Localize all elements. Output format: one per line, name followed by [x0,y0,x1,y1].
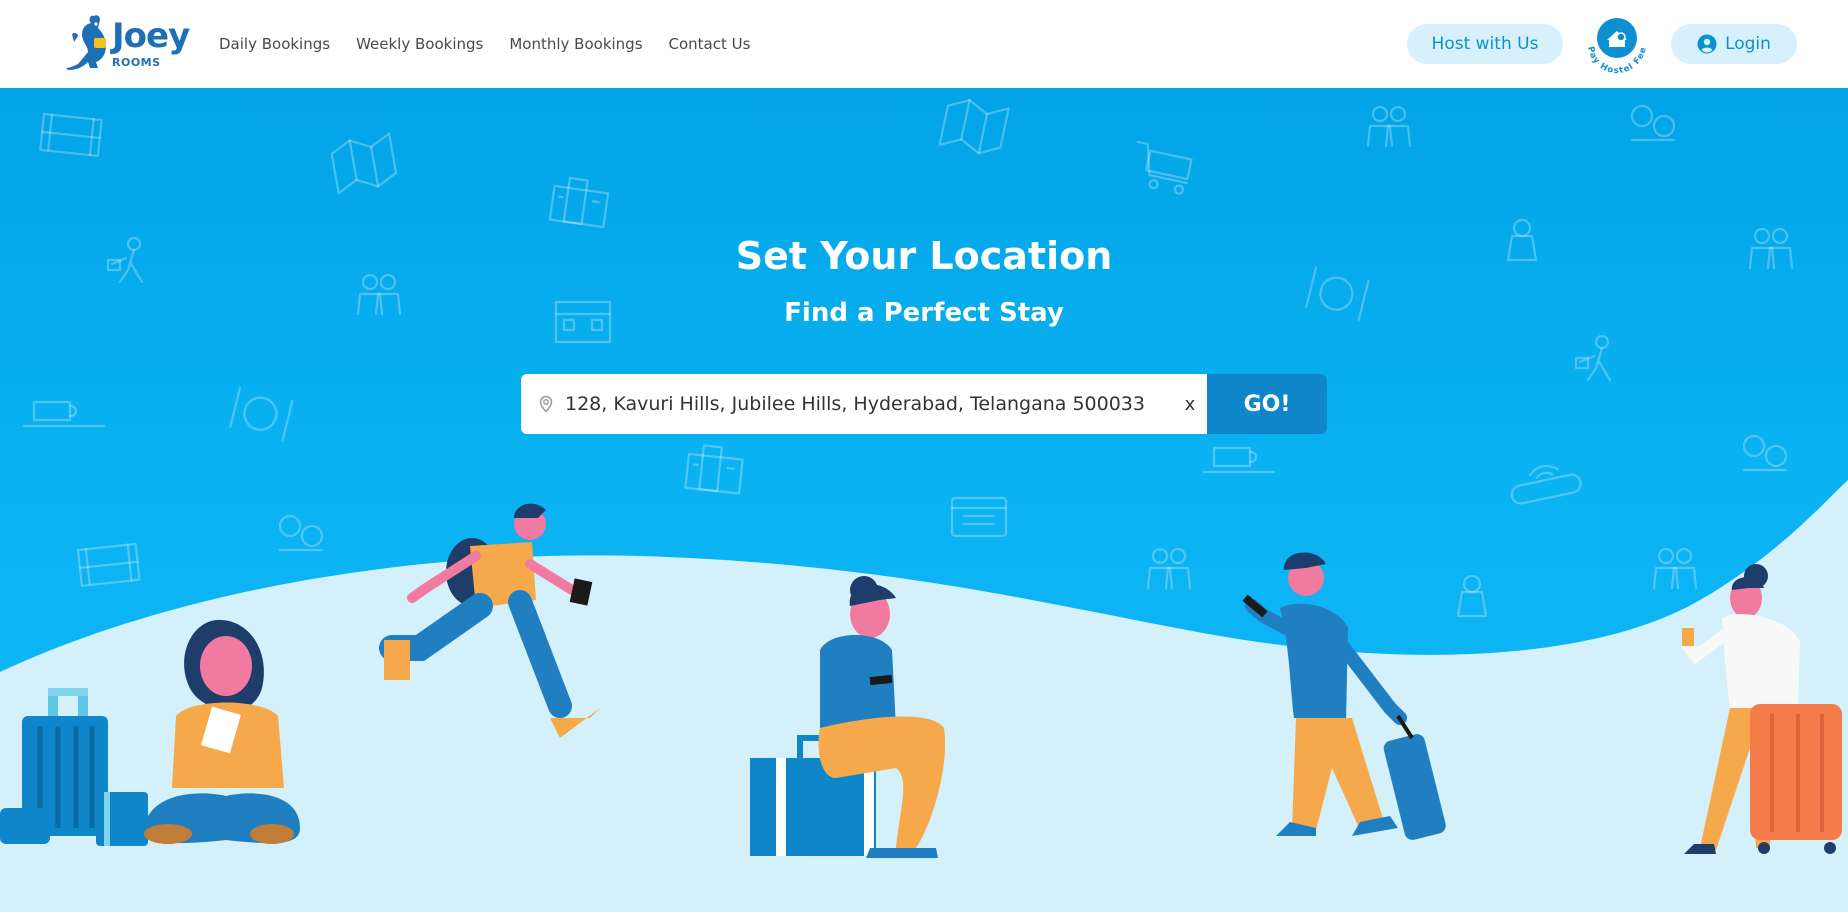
woman-sitting-left [144,619,300,844]
house-coin-icon: Pay Hostel Fee [1585,18,1648,76]
woman-with-orange-suitcase [1682,564,1842,854]
logo-wordmark: Joey [112,16,190,56]
travellers-illustration [0,503,1842,858]
running-man [379,503,600,738]
top-navbar: Joey ROOMS Daily Bookings Weekly Booking… [0,0,1848,88]
joey-rooms-logo[interactable]: Joey ROOMS [64,10,190,74]
main-nav: Daily Bookings Weekly Bookings Monthly B… [219,0,750,88]
nav-weekly-bookings[interactable]: Weekly Bookings [356,35,483,53]
woman-on-suitcase [750,576,946,858]
man-walking-with-phone [1242,552,1446,840]
logo-subtitle: ROOMS [112,56,161,69]
nav-monthly-bookings[interactable]: Monthly Bookings [509,35,642,53]
nav-contact-us[interactable]: Contact Us [669,35,751,53]
kangaroo-logo-icon [66,15,106,71]
luggage-stack-left [0,688,148,846]
host-with-us-button[interactable]: Host with Us [1407,24,1563,64]
pay-hostel-fee-badge[interactable]: Pay Hostel Fee [1580,14,1654,76]
login-button[interactable]: Login [1671,24,1797,64]
nav-daily-bookings[interactable]: Daily Bookings [219,35,330,53]
user-circle-icon [1697,34,1717,54]
login-label: Login [1725,34,1771,54]
hero-section: Set Your Location Find a Perfect Stay x … [0,88,1848,912]
